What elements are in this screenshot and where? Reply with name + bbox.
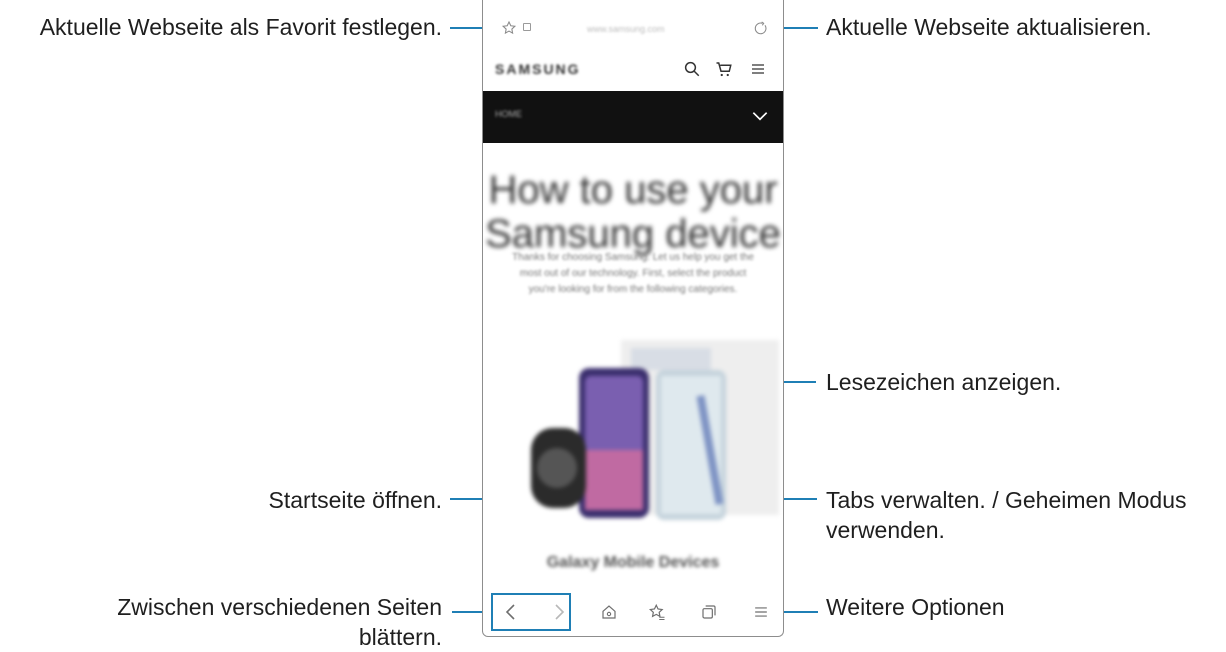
url-text[interactable]: www.samsung.com: [587, 24, 665, 34]
address-bar[interactable]: www.samsung.com: [483, 10, 783, 44]
callout-tabs-line2: verwenden.: [826, 517, 945, 543]
bookmarks-icon[interactable]: [645, 600, 669, 624]
site-header: SAMSUNG: [483, 52, 783, 86]
back-icon[interactable]: [499, 600, 523, 624]
hero-text: Thanks for choosing Samsung. Let us help…: [512, 252, 754, 295]
category-menu-label: HOME: [495, 109, 522, 119]
callout-more: Weitere Optionen: [826, 594, 1005, 620]
refresh-icon[interactable]: [751, 18, 771, 38]
browser-screen: www.samsung.com SAMSUNG HOME How to use …: [482, 0, 784, 637]
callout-navigate-line1: Zwischen verschiedenen Seiten: [117, 594, 442, 620]
callout-home: Startseite öffnen.: [268, 487, 442, 513]
callout-navigate: Zwischen verschiedenen Seiten blättern.: [0, 592, 442, 652]
lock-icon: [523, 23, 531, 31]
tabs-icon[interactable]: [697, 600, 721, 624]
category-menu[interactable]: HOME: [483, 91, 783, 143]
chevron-down-icon[interactable]: [749, 105, 771, 127]
more-icon[interactable]: [749, 600, 773, 624]
bottom-toolbar: [483, 592, 783, 634]
site-logo[interactable]: SAMSUNG: [495, 61, 581, 77]
section-title: Galaxy Mobile Devices: [546, 554, 720, 571]
callout-favorite: Aktuelle Webseite als Favorit festlegen.: [39, 14, 442, 40]
hamburger-icon[interactable]: [747, 58, 769, 80]
forward-icon[interactable]: [547, 600, 571, 624]
callout-tabs-line1: Tabs verwalten. / Geheimen Modus: [826, 487, 1187, 513]
callout-refresh: Aktuelle Webseite aktualisieren.: [826, 14, 1152, 40]
star-icon[interactable]: [499, 18, 519, 38]
callout-bookmarks: Lesezeichen anzeigen.: [826, 369, 1062, 395]
hero-title: How to use your Samsung device: [485, 168, 781, 256]
product-image: [491, 340, 779, 525]
callout-tabs: Tabs verwalten. / Geheimen Modus verwend…: [826, 485, 1187, 545]
home-icon[interactable]: [597, 600, 621, 624]
search-icon[interactable]: [681, 58, 703, 80]
cart-icon[interactable]: [713, 58, 735, 80]
